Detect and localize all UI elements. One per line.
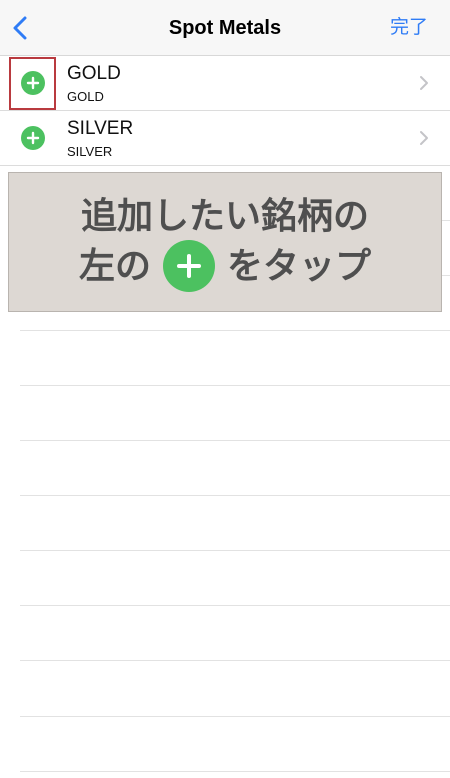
empty-row-divider — [20, 771, 450, 772]
empty-row-divider — [20, 550, 450, 551]
item-subtitle: SILVER — [67, 144, 113, 159]
plus-icon — [26, 131, 40, 145]
row-divider — [0, 165, 450, 166]
empty-row-divider — [20, 716, 450, 717]
plus-circle-icon — [163, 240, 215, 292]
highlight-box — [9, 57, 56, 110]
empty-row-divider — [20, 330, 450, 331]
empty-row-divider — [20, 660, 450, 661]
item-name: GOLD — [67, 63, 121, 84]
done-button[interactable]: 完了 — [390, 0, 428, 56]
item-subtitle: GOLD — [67, 89, 104, 104]
list-item[interactable]: GOLD GOLD — [0, 56, 450, 111]
chevron-right-icon — [420, 76, 428, 90]
empty-row-divider — [20, 495, 450, 496]
item-name: SILVER — [67, 118, 134, 139]
empty-row-divider — [20, 385, 450, 386]
instruction-text-after: をタップ — [227, 245, 372, 286]
empty-row-divider — [20, 605, 450, 606]
list-item[interactable]: SILVER SILVER — [0, 111, 450, 166]
empty-row-divider — [20, 440, 450, 441]
instruction-line-2: 左の をタップ — [79, 240, 371, 292]
instruction-text-before: 左の — [78, 245, 151, 286]
chevron-right-icon — [420, 131, 428, 145]
add-silver-button[interactable] — [21, 126, 45, 150]
instruction-line-1: 追加したい銘柄の — [80, 195, 369, 236]
navigation-bar: Spot Metals 完了 — [0, 0, 450, 56]
instruction-overlay: 追加したい銘柄の 左の をタップ — [8, 172, 442, 312]
page-title: Spot Metals — [168, 17, 282, 39]
